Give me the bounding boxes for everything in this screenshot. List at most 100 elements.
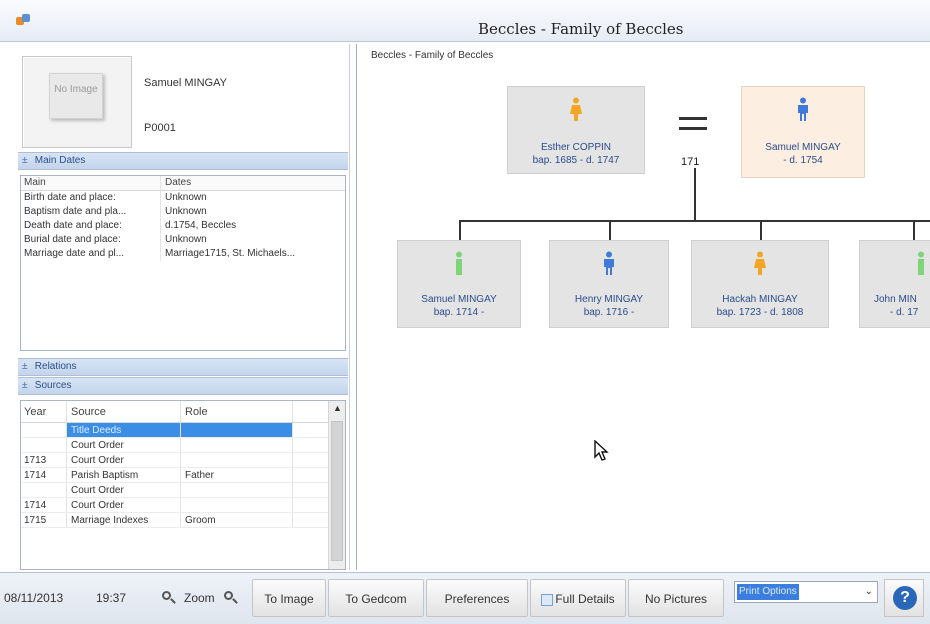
main-dates-grid: Main Dates Birth date and place: Unknown…: [20, 175, 346, 351]
person-id: P0001: [144, 122, 176, 134]
person-dates: bap. 1723 - d. 1808: [716, 307, 804, 318]
table-row[interactable]: Death date and place: d.1754, Beccles: [21, 219, 345, 233]
source-role: [181, 498, 293, 512]
date-label: Burial date and place:: [21, 233, 161, 247]
scrollbar-thumb[interactable]: [331, 421, 343, 561]
title-bar: Beccles - Family of Beccles: [0, 0, 930, 42]
person-box-child[interactable]: Henry MINGAY bap. 1716 -: [549, 240, 669, 328]
column-header-main[interactable]: Main: [21, 176, 161, 190]
app-icon[interactable]: [16, 14, 30, 26]
section-title: Sources: [34, 380, 72, 391]
source-name: Court Order: [67, 438, 181, 452]
source-role: [181, 453, 293, 467]
table-row[interactable]: Court Order: [21, 438, 345, 453]
person-name: Henry MINGAY: [574, 294, 644, 305]
person-box-child[interactable]: Hackah MINGAY bap. 1723 - d. 1808: [691, 240, 829, 328]
descent-line: [694, 168, 696, 222]
male-figure-icon: [604, 251, 614, 275]
section-title: Main Dates: [34, 155, 86, 166]
person-dates: - d. 1754: [783, 155, 823, 166]
print-options-select[interactable]: Print Options ⌄: [734, 581, 878, 603]
relations-header[interactable]: ± Relations: [18, 358, 348, 376]
zoom-out-icon[interactable]: [162, 591, 176, 605]
canvas-caption: Beccles - Family of Beccles: [371, 50, 494, 61]
table-row-selected[interactable]: Title Deeds: [21, 423, 345, 438]
table-row[interactable]: 1715 Marriage Indexes Groom: [21, 513, 345, 528]
date-value: Unknown: [165, 234, 207, 245]
source-name: Parish Baptism: [67, 468, 181, 482]
zoom-label: Zoom: [184, 591, 215, 605]
sources-grid: Year Source Role Title Deeds Court Order…: [20, 400, 346, 570]
table-row[interactable]: 1713 Court Order: [21, 453, 345, 468]
date-value: Unknown: [165, 206, 207, 217]
table-row[interactable]: Birth date and place: Unknown: [21, 191, 345, 205]
marriage-year: 171: [681, 156, 700, 168]
date-value: d.1754, Beccles: [165, 220, 237, 231]
table-row[interactable]: 1714 Court Order: [21, 498, 345, 513]
vertical-scrollbar[interactable]: ▲: [328, 401, 345, 569]
person-box-father[interactable]: Samuel MINGAY - d. 1754: [741, 86, 865, 178]
unknown-figure-icon: [456, 251, 462, 275]
person-box-mother[interactable]: Esther COPPIN bap. 1685 - d. 1747: [507, 86, 645, 174]
date-value: Unknown: [165, 192, 207, 203]
details-panel: No Image Samuel MINGAY P0001 ± Main Date…: [18, 44, 350, 570]
source-role: [181, 438, 293, 452]
column-header-year[interactable]: Year: [21, 401, 67, 422]
section-title: Relations: [34, 361, 77, 372]
full-details-toggle[interactable]: Full Details: [530, 579, 626, 617]
person-box-child[interactable]: Samuel MINGAY bap. 1714 -: [397, 240, 521, 328]
to-image-button[interactable]: To Image: [252, 579, 326, 617]
grid-header: Year Source Role: [21, 401, 345, 423]
expand-icon: ±: [22, 155, 28, 166]
person-box-child[interactable]: John MIN - d. 17: [859, 240, 930, 328]
date-label: Marriage date and pl...: [21, 247, 161, 261]
person-dates: - d. 17: [890, 307, 919, 318]
column-header-source[interactable]: Source: [67, 401, 181, 422]
source-year: 1714: [21, 468, 67, 482]
child-connector: [913, 220, 915, 240]
expand-icon: ±: [22, 380, 28, 391]
marriage-symbol: [679, 117, 707, 137]
table-row[interactable]: Burial date and place: Unknown: [21, 233, 345, 247]
date-label: Birth date and place:: [21, 191, 161, 205]
bottom-toolbar: 08/11/2013 19:37 Zoom To Image To Gedcom…: [0, 572, 930, 624]
source-role: Groom: [181, 513, 293, 527]
source-year: 1713: [21, 453, 67, 467]
table-row[interactable]: 1714 Parish Baptism Father: [21, 468, 345, 483]
person-name: Samuel MINGAY: [421, 294, 497, 305]
person-name: Samuel MINGAY: [765, 142, 841, 153]
table-row[interactable]: Baptism date and pla... Unknown: [21, 205, 345, 219]
window-title: Beccles - Family of Beccles: [478, 20, 684, 38]
status-time: 19:37: [96, 591, 127, 605]
to-gedcom-button[interactable]: To Gedcom: [328, 579, 424, 617]
person-dates: bap. 1714 -: [433, 307, 485, 318]
person-photo[interactable]: No Image: [22, 56, 132, 148]
female-figure-icon: [754, 251, 766, 275]
sibling-line: [459, 220, 930, 222]
help-button[interactable]: ?: [884, 579, 924, 617]
column-header-dates[interactable]: Dates: [161, 176, 345, 190]
person-dates: bap. 1685 - d. 1747: [532, 155, 620, 166]
main-dates-header[interactable]: ± Main Dates: [18, 152, 348, 170]
sources-header[interactable]: ± Sources: [18, 377, 348, 395]
scroll-up-icon[interactable]: ▲: [329, 403, 345, 413]
source-role: Father: [181, 468, 293, 482]
column-header-role[interactable]: Role: [181, 401, 293, 422]
date-label: Death date and place:: [21, 219, 161, 233]
zoom-in-icon[interactable]: [224, 591, 238, 605]
person-name: Hackah MINGAY: [722, 294, 798, 305]
unknown-figure-icon: [918, 251, 924, 275]
source-role: [181, 483, 293, 497]
help-icon: ?: [893, 586, 917, 610]
source-name: Court Order: [67, 453, 181, 467]
source-name: Court Order: [67, 483, 181, 497]
table-row[interactable]: Marriage date and pl... Marriage1715, St…: [21, 247, 345, 261]
no-pictures-button[interactable]: No Pictures: [628, 579, 724, 617]
preferences-button[interactable]: Preferences: [426, 579, 528, 617]
family-tree-canvas[interactable]: Beccles - Family of Beccles Esther COPPI…: [356, 44, 930, 570]
table-row[interactable]: Court Order: [21, 483, 345, 498]
mouse-cursor-icon: [594, 440, 609, 461]
person-name: John MIN: [874, 294, 917, 305]
dropdown-arrow-icon[interactable]: ⌄: [865, 586, 873, 597]
status-date: 08/11/2013: [4, 591, 64, 605]
